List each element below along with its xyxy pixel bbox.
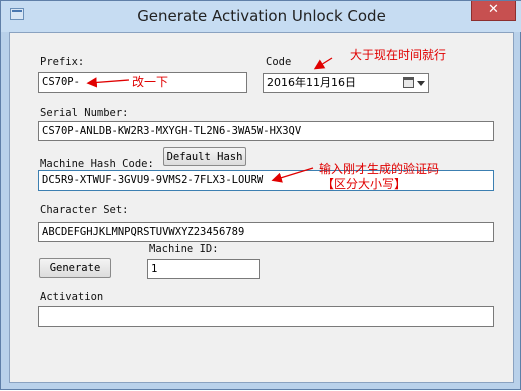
activation-label: Activation (40, 291, 104, 303)
code-date-picker[interactable]: 2016年11月16日 (263, 73, 429, 93)
activation-output[interactable] (38, 306, 494, 327)
annotation-change-prefix: 改一下 (132, 75, 169, 89)
app-window: Generate Activation Unlock Code ✕ Prefix… (0, 0, 521, 390)
machine-id-input[interactable]: 1 (147, 259, 260, 279)
calendar-icon[interactable] (403, 77, 414, 88)
prefix-label: Prefix: (40, 56, 85, 68)
title-bar: Generate Activation Unlock Code ✕ (1, 1, 521, 32)
serial-number-input[interactable]: CS70P-ANLDB-KW2R3-MXYGH-TL2N6-3WA5W-HX3Q… (38, 121, 494, 141)
annotation-later-than-now: 大于现在时间就行 (350, 48, 447, 62)
character-set-input[interactable]: ABCDEFGHJKLMNPQRSTUVWXYZ23456789 (38, 222, 494, 242)
window-title: Generate Activation Unlock Code (137, 7, 386, 25)
character-set-label: Character Set: (40, 204, 129, 216)
machine-hash-label: Machine Hash Code: (40, 158, 154, 170)
chevron-down-icon[interactable] (417, 81, 425, 86)
default-hash-button[interactable]: Default Hash (163, 147, 246, 166)
code-date-value: 2016年11月16日 (267, 76, 356, 89)
generate-button[interactable]: Generate (39, 258, 111, 278)
close-button[interactable]: ✕ (471, 1, 516, 21)
annotation-case-sensitive: 【区分大小写】 (322, 177, 407, 191)
machine-id-label: Machine ID: (149, 243, 219, 255)
code-label: Code (266, 56, 292, 68)
serial-number-label: Serial Number: (40, 107, 129, 119)
